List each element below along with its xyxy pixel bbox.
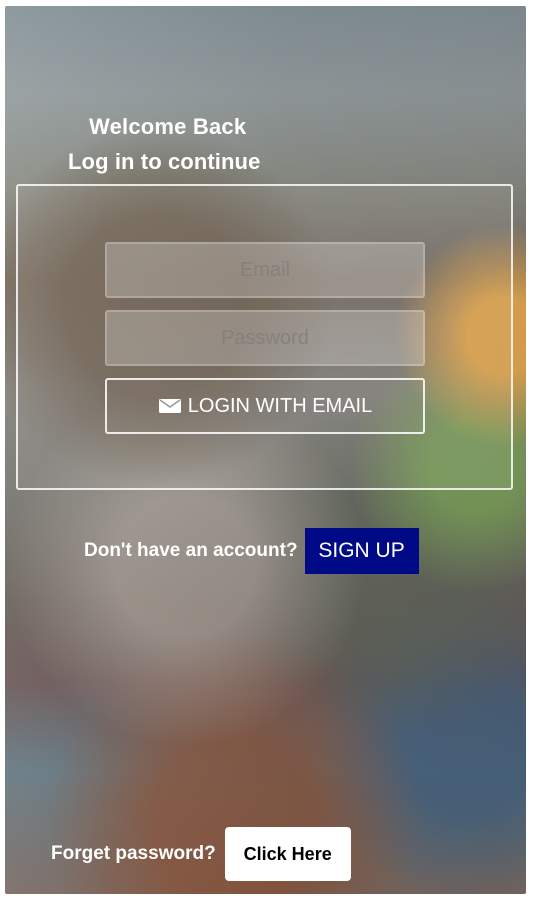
forgot-password-row: Forget password? Click Here: [51, 827, 351, 881]
page-title: Welcome Back: [89, 114, 247, 139]
signup-prompt: Don't have an account?: [84, 540, 298, 561]
login-screen: Welcome Back Log in to continue LOGIN WI…: [5, 6, 526, 894]
click-here-button[interactable]: Click Here: [224, 827, 351, 881]
right-page-edge: [526, 6, 533, 894]
sign-up-button[interactable]: SIGN UP: [304, 528, 419, 574]
email-field[interactable]: [105, 242, 425, 298]
signup-row: Don't have an account? SIGN UP: [84, 528, 419, 574]
page-subtitle: Log in to continue: [68, 149, 261, 174]
mail-icon: [158, 399, 181, 413]
forgot-password-prompt: Forget password?: [51, 843, 216, 864]
login-with-email-button[interactable]: LOGIN WITH EMAIL: [105, 378, 425, 434]
login-button-label: LOGIN WITH EMAIL: [187, 394, 373, 417]
password-field[interactable]: [105, 310, 425, 366]
